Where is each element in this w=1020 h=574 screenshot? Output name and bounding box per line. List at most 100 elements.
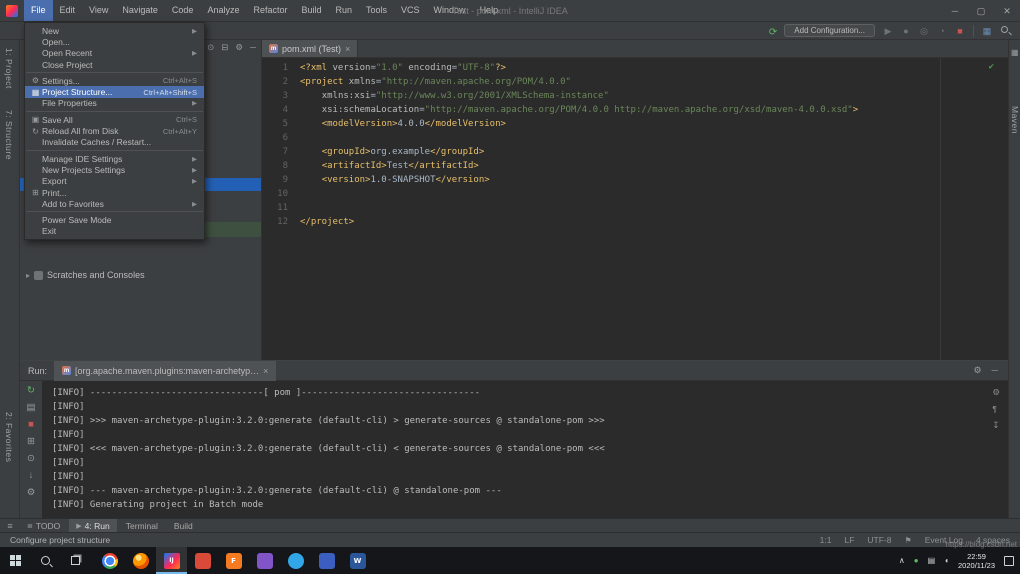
menu-item-manage-ide-settings[interactable]: Manage IDE Settings▶ xyxy=(25,153,204,164)
security-icon[interactable]: ● xyxy=(914,556,919,565)
network-icon[interactable]: ▤ xyxy=(928,556,936,565)
menu-item-new-projects-settings[interactable]: New Projects Settings▶ xyxy=(25,164,204,175)
menu-item-export[interactable]: Export▶ xyxy=(25,176,204,187)
tool-button-maven[interactable]: Maven xyxy=(1010,106,1020,134)
file-encoding[interactable]: UTF-8 xyxy=(867,535,891,545)
line-separator[interactable]: LF xyxy=(845,535,855,545)
foxit-icon[interactable]: F xyxy=(218,547,249,574)
menu-navigate[interactable]: Navigate xyxy=(115,0,165,21)
menu-code[interactable]: Code xyxy=(165,0,201,21)
restore-layout-icon[interactable]: ⊞ xyxy=(27,437,35,447)
menu-item-new[interactable]: New▶ xyxy=(25,25,204,36)
skyblue-app-icon[interactable] xyxy=(280,547,311,574)
menu-view[interactable]: View xyxy=(82,0,115,21)
menu-item-project-structure[interactable]: ▦Project Structure...Ctrl+Alt+Shift+S xyxy=(25,86,204,97)
toolwindow-switcher-icon[interactable] xyxy=(2,521,18,531)
toolwindow-button-build[interactable]: Build xyxy=(167,519,200,532)
editor-tab-pom-xml[interactable]: pom.xml (Test) xyxy=(262,40,358,57)
menu-item-save-all[interactable]: ▣Save AllCtrl+S xyxy=(25,114,204,125)
settings-icon[interactable]: ⚙ xyxy=(27,488,36,498)
pin-tab-icon[interactable]: ⊙ xyxy=(27,454,35,464)
notification-center-icon[interactable] xyxy=(1004,556,1014,566)
settings-icon[interactable]: ⚙ xyxy=(235,42,243,52)
menu-item-invalidate-caches-restart[interactable]: Invalidate Caches / Restart... xyxy=(25,137,204,148)
toolwindow-button-terminal[interactable]: Terminal xyxy=(119,519,165,532)
taskbar-clock[interactable]: 22:59 2020/11/23 xyxy=(958,552,995,570)
tree-item-scratches[interactable]: Scratches and Consoles xyxy=(26,270,145,280)
caret-position[interactable]: 1:1 xyxy=(820,535,832,545)
task-view-button[interactable] xyxy=(60,547,90,574)
chevron-up-icon[interactable]: ∧ xyxy=(899,556,905,565)
rerun-icon[interactable]: ↻ xyxy=(27,386,35,396)
menu-refactor[interactable]: Refactor xyxy=(246,0,294,21)
intellij-icon[interactable]: IJ xyxy=(156,547,187,574)
menu-item-open-recent[interactable]: Open Recent▶ xyxy=(25,48,204,59)
scroll-down-icon[interactable]: ↓ xyxy=(29,471,34,481)
menu-file[interactable]: File xyxy=(24,0,53,21)
tool-button-structure[interactable]: 7: Structure xyxy=(4,110,14,160)
close-icon[interactable] xyxy=(345,44,350,54)
run-icon[interactable]: ▶ xyxy=(882,25,894,37)
maximize-button[interactable]: ▢ xyxy=(968,0,994,22)
debug-icon[interactable]: ● xyxy=(900,25,912,37)
chevron-right-icon[interactable] xyxy=(26,270,30,280)
word-icon[interactable]: W xyxy=(342,547,373,574)
menu-item-file-properties[interactable]: File Properties▶ xyxy=(25,98,204,109)
window-controls: ─▢✕ xyxy=(942,0,1020,22)
code-editor[interactable]: 123456789101112 <?xml version="1.0" enco… xyxy=(262,58,1008,360)
firefox-icon[interactable] xyxy=(125,547,156,574)
tool-button-project[interactable]: 1: Project xyxy=(4,48,14,89)
toolwindow-button-4-run[interactable]: ▶4: Run xyxy=(69,519,116,532)
start-button[interactable] xyxy=(0,547,30,574)
menu-item-power-save-mode[interactable]: Power Save Mode xyxy=(25,214,204,225)
toolwindow-layout-icon[interactable] xyxy=(981,25,993,37)
menu-item-label: New xyxy=(42,26,59,36)
inspections-ok-icon[interactable] xyxy=(989,60,994,74)
menu-item-close-project[interactable]: Close Project xyxy=(25,59,204,70)
menu-run[interactable]: Run xyxy=(329,0,360,21)
menu-edit[interactable]: Edit xyxy=(53,0,83,21)
editor-code[interactable]: <?xml version="1.0" encoding="UTF-8"?><p… xyxy=(300,61,998,229)
settings-gear-icon[interactable]: ⚙ xyxy=(974,365,982,376)
run-tab[interactable]: [org.apache.maven.plugins:maven-archetyp… xyxy=(54,361,276,381)
stop-icon[interactable]: ■ xyxy=(28,420,34,430)
menu-build[interactable]: Build xyxy=(294,0,328,21)
menu-item-reload-all-from-disk[interactable]: ↻Reload All from DiskCtrl+Alt+Y xyxy=(25,125,204,136)
hide-panel-icon[interactable]: ─ xyxy=(992,365,998,376)
tool-button-favorites[interactable]: 2: Favorites xyxy=(4,412,14,462)
settings-icon[interactable]: ⚙ xyxy=(992,387,1000,398)
menu-vcs[interactable]: VCS xyxy=(394,0,427,21)
menu-item-exit[interactable]: Exit xyxy=(25,226,204,237)
locate-icon[interactable]: ⊙ xyxy=(207,42,214,52)
chrome-icon[interactable] xyxy=(94,547,125,574)
stop-icon[interactable]: ■ xyxy=(954,25,966,37)
close-button[interactable]: ✕ xyxy=(994,0,1020,22)
toolwindow-button-todo[interactable]: ≣TODO xyxy=(20,519,67,532)
menu-item-open[interactable]: Open... xyxy=(25,36,204,47)
menu-tools[interactable]: Tools xyxy=(359,0,394,21)
coverage-icon[interactable]: ◎ xyxy=(918,25,930,37)
blue-app-icon[interactable] xyxy=(311,547,342,574)
menu-analyze[interactable]: Analyze xyxy=(200,0,246,21)
menu-item-add-to-favorites[interactable]: Add to Favorites▶ xyxy=(25,198,204,209)
maven-sync-icon[interactable] xyxy=(769,22,777,40)
collapse-all-icon[interactable]: ⊟ xyxy=(221,42,228,52)
dump-threads-icon[interactable]: ▤ xyxy=(27,403,36,413)
purple-app-icon[interactable] xyxy=(249,547,280,574)
taskbar-search-button[interactable] xyxy=(30,547,60,574)
profiler-icon[interactable]: ◔ xyxy=(936,25,948,37)
add-configuration-button[interactable]: Add Configuration... xyxy=(784,24,875,37)
hide-icon[interactable]: ─ xyxy=(250,42,256,52)
search-everywhere-icon[interactable] xyxy=(1000,25,1012,37)
scroll-end-icon[interactable]: ↧ xyxy=(992,420,1000,431)
menu-item-print[interactable]: ⊞Print... xyxy=(25,187,204,198)
code-line: </project> xyxy=(300,215,998,229)
soft-wrap-icon[interactable]: ¶ xyxy=(992,404,1000,414)
red-app-icon[interactable] xyxy=(187,547,218,574)
menu-item-settings[interactable]: ⚙Settings...Ctrl+Alt+S xyxy=(25,75,204,86)
volume-icon[interactable]: ◖ xyxy=(944,556,949,565)
run-console[interactable]: [INFO] --------------------------------[… xyxy=(42,381,1008,518)
minimize-button[interactable]: ─ xyxy=(942,0,968,22)
close-icon[interactable] xyxy=(263,366,268,376)
bookmark-icon[interactable] xyxy=(905,535,912,545)
